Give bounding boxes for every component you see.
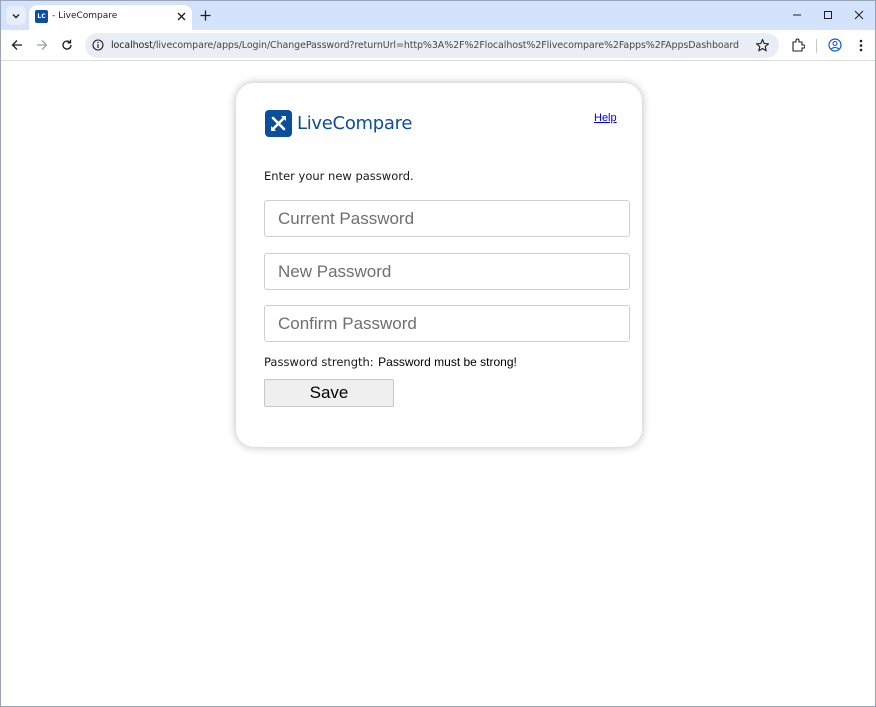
profile-icon [828, 38, 842, 52]
change-password-card: LiveCompare Help Enter your new password… [236, 83, 642, 447]
current-password-input[interactable] [264, 200, 630, 237]
back-button[interactable] [9, 37, 25, 53]
url-host: localhost [111, 40, 153, 51]
password-strength-value: Password must be strong! [378, 355, 517, 369]
site-info-icon[interactable] [92, 39, 104, 51]
url-text[interactable]: localhost/livecompare/apps/Login/ChangeP… [111, 40, 739, 51]
tab-strip: LC - LiveCompare [1, 1, 875, 30]
livecompare-logo: LiveCompare [265, 109, 412, 137]
menu-button[interactable] [853, 37, 869, 53]
minimize-icon [793, 14, 801, 16]
url-path: /livecompare/apps/Login/ChangePassword?r… [152, 40, 739, 51]
reload-button[interactable] [59, 37, 75, 53]
close-icon [854, 10, 864, 20]
livecompare-favicon-icon: LC [35, 10, 48, 23]
close-window-button[interactable] [851, 7, 867, 23]
maximize-button[interactable] [820, 7, 836, 23]
help-link[interactable]: Help [594, 112, 617, 124]
kebab-menu-icon [859, 39, 863, 51]
browser-tab[interactable]: LC - LiveCompare [29, 5, 192, 30]
new-password-input[interactable] [264, 253, 630, 290]
logo-text: LiveCompare [297, 112, 413, 134]
confirm-password-input[interactable] [264, 305, 630, 342]
maximize-icon [824, 11, 832, 19]
page-viewport: LiveCompare Help Enter your new password… [1, 62, 875, 706]
tab-close-button[interactable] [175, 10, 187, 22]
address-bar[interactable]: localhost/livecompare/apps/Login/ChangeP… [85, 33, 779, 58]
puzzle-icon [792, 38, 805, 52]
password-strength: Password strength: Password must be stro… [264, 353, 517, 371]
plus-icon [200, 10, 211, 21]
livecompare-logo-icon [265, 109, 292, 137]
tab-search-button[interactable] [6, 6, 26, 25]
browser-window: LC - LiveCompare localhost/livecompare/a… [0, 0, 876, 707]
bookmark-star-icon[interactable] [755, 38, 770, 53]
tab-title: - LiveCompare [52, 11, 118, 21]
minimize-button[interactable] [789, 7, 805, 23]
toolbar-divider [816, 39, 817, 53]
profile-button[interactable] [827, 37, 843, 53]
browser-toolbar: localhost/livecompare/apps/Login/ChangeP… [1, 30, 875, 61]
save-button[interactable]: Save [264, 379, 394, 407]
new-tab-button[interactable] [198, 8, 213, 23]
forward-button[interactable] [34, 37, 50, 53]
chevron-down-icon [12, 13, 20, 18]
instruction-text: Enter your new password. [264, 169, 414, 183]
close-icon [177, 12, 185, 20]
reload-icon [62, 39, 72, 50]
arrow-right-icon [37, 40, 48, 50]
extensions-button[interactable] [790, 37, 806, 53]
arrow-left-icon [11, 40, 22, 50]
password-strength-label: Password strength: [264, 355, 374, 369]
